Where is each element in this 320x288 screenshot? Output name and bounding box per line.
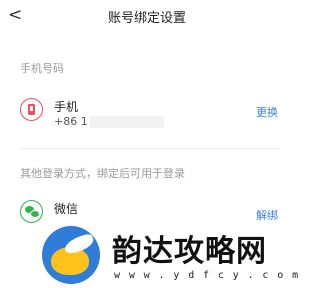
watermark-logo xyxy=(42,226,100,284)
page-title: 账号绑定设置 xyxy=(107,11,186,26)
phone-binding-row: 手机 +86 1 更换 xyxy=(0,98,294,128)
wechat-binding-row: 微信 解绑 xyxy=(0,200,294,226)
divider xyxy=(20,148,278,149)
section-label-other: 其他登录方式，绑定后可用于登录 xyxy=(20,167,185,180)
wechat-icon xyxy=(20,200,43,223)
site-watermark: 韵达攻略网 w w w . y d f c y . c o m xyxy=(42,224,298,286)
section-label-phone: 手机号码 xyxy=(20,62,64,75)
phone-number-prefix: +86 1 xyxy=(54,115,88,128)
phone-number: +86 1 xyxy=(54,115,164,128)
phone-number-mask xyxy=(89,116,164,128)
phone-icon xyxy=(20,98,43,121)
unbind-wechat-button[interactable]: 解绑 xyxy=(256,207,278,223)
watermark-text: 韵达攻略网 xyxy=(112,234,267,269)
change-phone-button[interactable]: 更换 xyxy=(256,104,278,120)
phone-title: 手机 xyxy=(54,100,79,114)
wechat-title: 微信 xyxy=(54,202,79,216)
top-bar: < 账号绑定设置 xyxy=(0,0,294,34)
watermark-url: w w w . y d f c y . c o m xyxy=(114,270,300,281)
